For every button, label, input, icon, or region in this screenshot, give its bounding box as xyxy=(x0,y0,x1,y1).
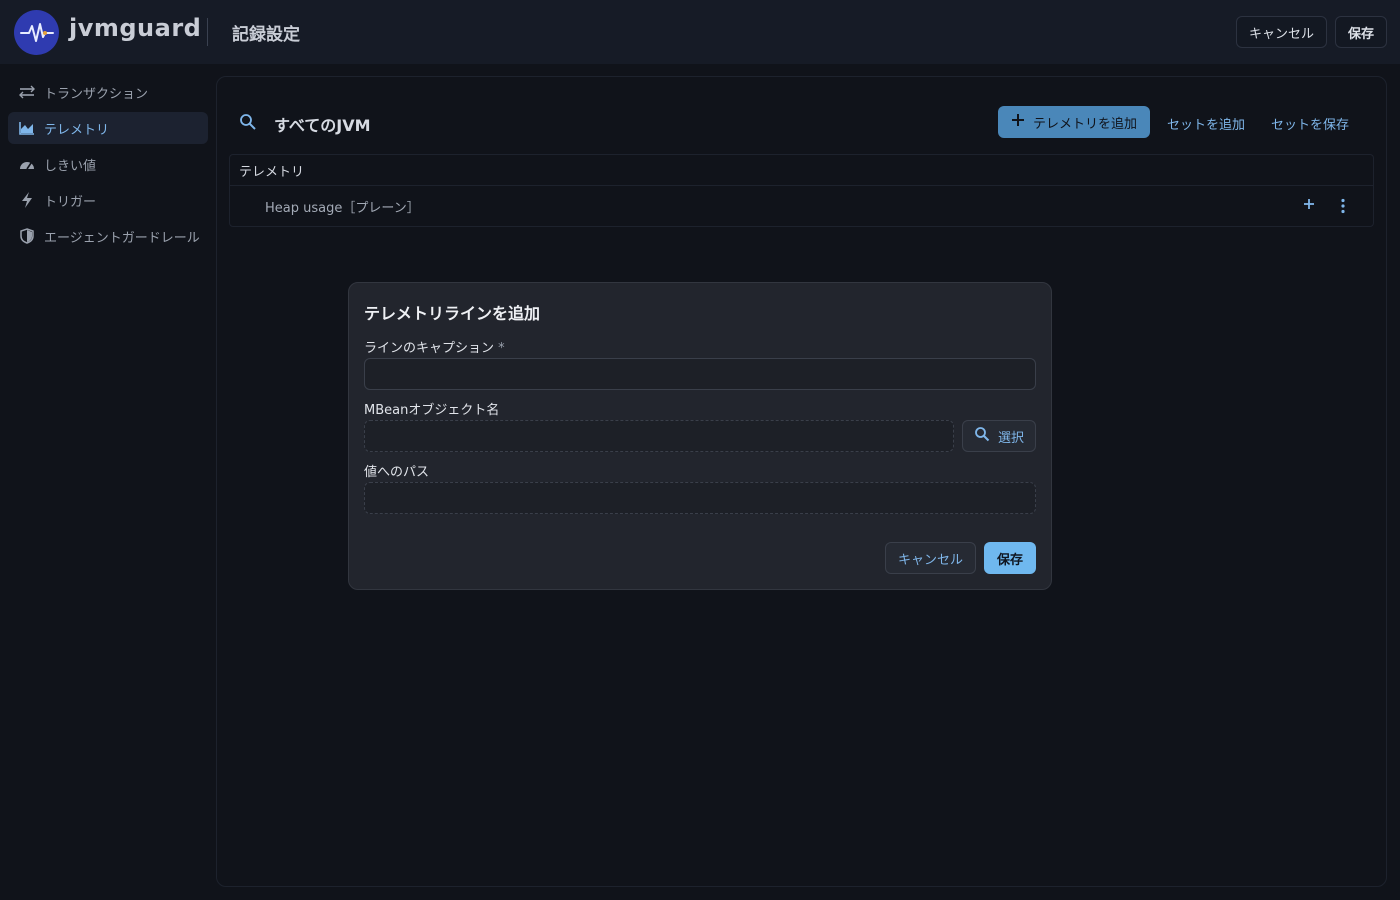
sidebar-item-triggers[interactable]: トリガー xyxy=(8,184,208,216)
telemetry-row-label: Heap usage［プレーン］ xyxy=(265,201,420,216)
plus-icon xyxy=(1011,113,1025,131)
add-line-plus-icon[interactable] xyxy=(1302,197,1316,215)
telemetry-table: テレメトリ Heap usage［プレーン］ xyxy=(229,154,1374,227)
sidebar-item-transactions[interactable]: トランザクション xyxy=(8,76,208,108)
add-telemetry-line-dialog: テレメトリラインを追加 ラインのキャプション * MBeanオブジェクト名 選択… xyxy=(348,282,1052,590)
dialog-title: テレメトリラインを追加 xyxy=(364,304,541,323)
bolt-icon xyxy=(18,191,36,209)
gauge-icon xyxy=(18,155,36,173)
search-icon xyxy=(974,426,990,446)
add-telemetry-button[interactable]: テレメトリを追加 xyxy=(998,106,1150,138)
dialog-save-button[interactable]: 保存 xyxy=(984,542,1036,574)
line-caption-input[interactable] xyxy=(364,358,1036,390)
add-telemetry-label: テレメトリを追加 xyxy=(1032,116,1137,132)
mbean-field-label: MBeanオブジェクト名 xyxy=(364,403,500,418)
add-set-button[interactable]: セットを追加 xyxy=(1167,114,1245,133)
transactions-icon xyxy=(18,83,36,101)
brand-name: jvmguard xyxy=(69,14,202,42)
search-icon[interactable] xyxy=(239,113,257,135)
sidebar-item-telemetry[interactable]: テレメトリ xyxy=(8,112,208,144)
caption-label-text: ラインのキャプション xyxy=(364,341,495,356)
sidebar: トランザクション テレメトリ しきい値 トリガー エージェントガードレール xyxy=(8,76,208,256)
select-mbean-button[interactable]: 選択 xyxy=(962,420,1036,452)
dialog-cancel-button[interactable]: キャンセル xyxy=(885,542,976,574)
required-mark: * xyxy=(498,341,505,356)
jvmguard-logo-icon xyxy=(14,10,59,55)
select-button-label: 選択 xyxy=(997,430,1024,446)
value-path-field-label: 値へのパス xyxy=(364,465,430,480)
page-title: 記録設定 xyxy=(232,25,300,45)
sidebar-item-label: トリガー xyxy=(44,194,97,210)
table-row[interactable]: Heap usage［プレーン］ xyxy=(230,186,1373,227)
table-header: テレメトリ xyxy=(230,155,1373,186)
more-vertical-icon[interactable] xyxy=(1340,198,1346,218)
header-divider xyxy=(207,18,208,46)
save-set-button[interactable]: セットを保存 xyxy=(1271,114,1349,133)
sidebar-item-label: トランザクション xyxy=(44,86,149,102)
sidebar-item-thresholds[interactable]: しきい値 xyxy=(8,148,208,180)
value-path-input[interactable] xyxy=(364,482,1036,514)
header-save-button[interactable]: 保存 xyxy=(1335,16,1387,48)
sidebar-item-label: エージェントガードレール xyxy=(44,230,200,246)
app-header: jvmguard 記録設定 キャンセル 保存 xyxy=(0,0,1400,64)
sidebar-item-label: しきい値 xyxy=(44,158,97,174)
header-cancel-button[interactable]: キャンセル xyxy=(1236,16,1327,48)
sidebar-item-agent-guardrails[interactable]: エージェントガードレール xyxy=(8,220,208,252)
shield-icon xyxy=(18,227,36,245)
sidebar-item-label: テレメトリ xyxy=(44,122,110,138)
mbean-object-name-input[interactable] xyxy=(364,420,954,452)
jvm-scope-title[interactable]: すべてのJVM xyxy=(274,112,371,136)
chart-icon xyxy=(18,119,36,137)
caption-field-label: ラインのキャプション * xyxy=(364,337,505,356)
